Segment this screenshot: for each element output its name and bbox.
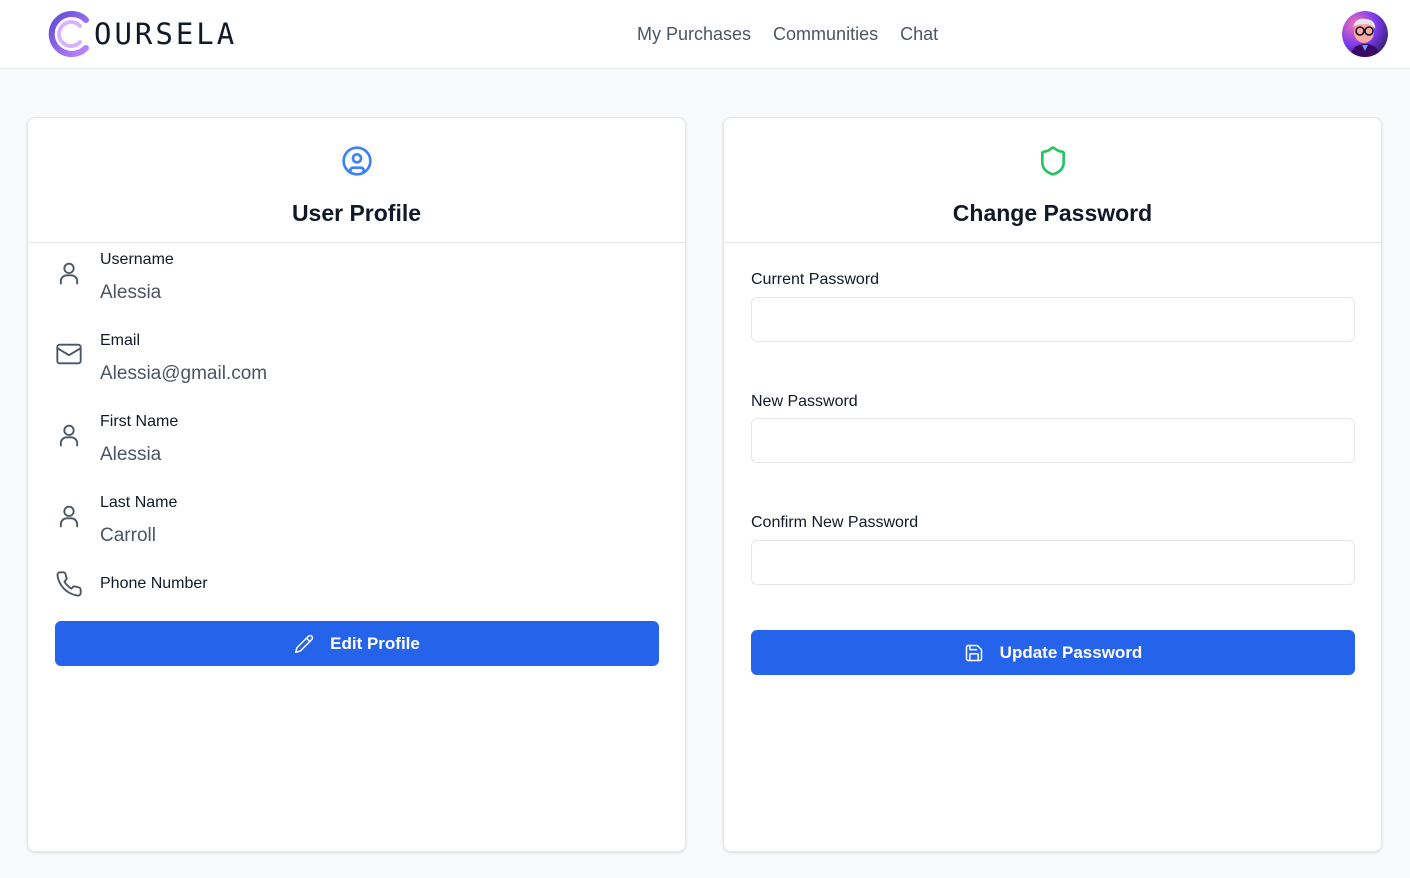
edit-profile-label: Edit Profile	[330, 633, 420, 653]
brand-logo[interactable]: OURSELA	[46, 10, 237, 58]
username-value: Alessia	[100, 282, 162, 303]
username-field: Username Alessia	[28, 249, 685, 309]
update-password-button[interactable]: Update Password	[751, 630, 1355, 675]
user-circle-icon	[341, 146, 372, 176]
pencil-icon	[295, 634, 314, 653]
last-name-value: Carroll	[100, 525, 156, 546]
user-icon	[59, 424, 79, 447]
profile-card-header: User Profile	[28, 118, 685, 243]
brand-name: OURSELA	[94, 17, 238, 51]
username-label: Username	[100, 251, 174, 268]
first-name-value: Alessia	[100, 444, 162, 465]
top-navbar: OURSELA My Purchases Communities Chat	[0, 0, 1410, 69]
logo-c-icon	[48, 11, 89, 57]
user-avatar[interactable]	[1342, 11, 1388, 57]
first-name-field: First Name Alessia	[28, 411, 685, 471]
password-title: Change Password	[952, 200, 1153, 226]
nav-my-purchases[interactable]: My Purchases	[637, 22, 751, 46]
mail-icon	[56, 343, 82, 365]
nav-chat[interactable]: Chat	[900, 22, 938, 46]
email-field: Email Alessia@gmail.com	[28, 330, 685, 390]
save-icon	[965, 644, 982, 661]
phone-label: Phone Number	[100, 575, 208, 592]
current-password-input[interactable]	[751, 297, 1355, 342]
profile-title: User Profile	[291, 200, 422, 226]
first-name-label: First Name	[100, 413, 179, 430]
last-name-field: Last Name Carroll	[28, 492, 685, 552]
email-label: Email	[100, 332, 141, 349]
change-password-card: Change Password Current Password New Pas…	[723, 117, 1382, 852]
main-nav: My Purchases Communities Chat	[637, 22, 938, 46]
update-password-label: Update Password	[999, 642, 1143, 662]
user-profile-card: User Profile Username Alessia Email Ales…	[27, 117, 686, 852]
shield-icon	[1040, 146, 1065, 176]
confirm-password-input[interactable]	[751, 540, 1355, 585]
confirm-password-label: Confirm New Password	[751, 514, 919, 531]
last-name-label: Last Name	[100, 494, 178, 511]
new-password-label: New Password	[751, 393, 858, 410]
edit-profile-button[interactable]: Edit Profile	[55, 621, 659, 666]
avatar-image	[1342, 11, 1388, 57]
nav-communities[interactable]: Communities	[773, 22, 878, 46]
phone-icon	[56, 571, 82, 597]
user-icon	[59, 262, 79, 285]
email-value: Alessia@gmail.com	[100, 363, 268, 384]
password-card-header: Change Password	[724, 118, 1381, 243]
current-password-label: Current Password	[751, 271, 880, 288]
user-icon	[59, 505, 79, 528]
new-password-input[interactable]	[751, 418, 1355, 463]
